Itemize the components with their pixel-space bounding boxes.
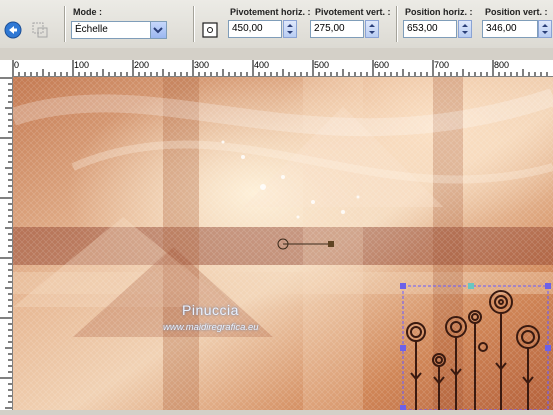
position-horizontal-label: Position horiz. : — [405, 7, 473, 17]
watermark-name: Pinuccia — [182, 302, 239, 318]
pivot-horizontal-label: Pivotement horiz. : — [230, 7, 311, 17]
spinner-arrows-icon — [287, 24, 293, 34]
toolbar-separator — [193, 6, 194, 42]
pivot-frame-icon — [202, 22, 218, 38]
ruler-label-500: 500 — [314, 60, 330, 70]
vertical-ruler — [0, 76, 13, 410]
mode-select[interactable]: Échelle — [71, 21, 167, 39]
mode-label: Mode : — [73, 7, 102, 17]
pivot-vertical-label: Pivotement vert. : — [315, 7, 391, 17]
watermark-url: www.maidiregrafica.eu — [163, 322, 259, 333]
ruler-label-600: 600 — [374, 60, 390, 70]
ruler-label-100: 100 — [74, 60, 90, 70]
reset-arrow-icon — [4, 21, 22, 39]
reset-button[interactable] — [3, 20, 23, 40]
position-horizontal-spinner[interactable] — [458, 20, 472, 38]
ruler-label-200: 200 — [134, 60, 150, 70]
tool-options-toolbar: Mode : Échelle Pivotement horiz. : 450,0… — [0, 0, 553, 49]
mode-select-value: Échelle — [75, 24, 108, 35]
transform-grid-icon — [32, 22, 48, 38]
apply-transform-button[interactable] — [30, 20, 50, 40]
spinner-arrows-icon — [542, 24, 548, 34]
toolbar-separator — [396, 6, 397, 42]
toolbar-separator — [64, 6, 65, 42]
pivot-center-button[interactable] — [201, 21, 221, 41]
position-vertical-value: 346,00 — [486, 23, 517, 34]
ruler-label-400: 400 — [254, 60, 270, 70]
horizontal-ruler: 0 100 200 300 400 500 600 700 800 — [0, 60, 553, 77]
pivot-vertical-value: 275,00 — [314, 23, 345, 34]
position-horizontal-value: 653,00 — [407, 23, 438, 34]
ruler-label-300: 300 — [194, 60, 210, 70]
spinner-arrows-icon — [369, 24, 375, 34]
spinner-arrows-icon — [462, 24, 468, 34]
artwork-image — [13, 77, 553, 410]
pivot-vertical-spinner[interactable] — [365, 20, 379, 38]
chevron-down-icon — [153, 27, 163, 34]
position-vertical-label: Position vert. : — [485, 7, 548, 17]
pivot-horizontal-spinner[interactable] — [283, 20, 297, 38]
pivot-horizontal-value: 450,00 — [232, 23, 263, 34]
pivot-horizontal-input[interactable]: 450,00 — [228, 20, 282, 38]
ruler-label-800: 800 — [494, 60, 510, 70]
position-vertical-input[interactable]: 346,00 — [482, 20, 538, 38]
position-vertical-spinner[interactable] — [538, 20, 552, 38]
ruler-label-700: 700 — [434, 60, 450, 70]
workspace-gap — [0, 48, 553, 60]
image-canvas[interactable] — [13, 77, 553, 410]
mode-dropdown-button[interactable] — [150, 22, 166, 38]
position-horizontal-input[interactable]: 653,00 — [403, 20, 457, 38]
ruler-label-0: 0 — [14, 60, 20, 70]
vertical-ruler-ticks — [0, 77, 12, 409]
pivot-vertical-input[interactable]: 275,00 — [310, 20, 364, 38]
